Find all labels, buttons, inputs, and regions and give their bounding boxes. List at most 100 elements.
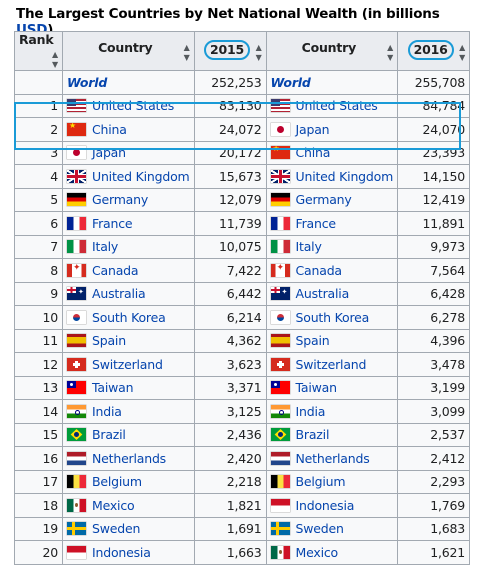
country-link[interactable]: Sweden [270, 521, 394, 537]
value-2016-cell: 23,393 [397, 140, 471, 165]
country-link[interactable]: Spain [67, 333, 190, 348]
country-link[interactable]: Switzerland [67, 357, 190, 372]
country-name: Canada [92, 262, 139, 278]
country-name: Brazil [92, 427, 126, 443]
value-2015-cell: 2,436 [193, 422, 267, 447]
country-link[interactable]: Mexico [270, 544, 394, 560]
country-name: United States [92, 98, 175, 114]
country-link[interactable]: South Korea [67, 310, 190, 325]
flag-es-icon [67, 334, 86, 348]
country-link[interactable]: Italy [67, 239, 190, 254]
country-link[interactable]: Mexico [67, 498, 190, 513]
value-2015-cell: 20,172 [193, 140, 267, 165]
table-row: 1 United States 83,130 United States 84,784 [14, 93, 471, 118]
year-2016-column-header[interactable]: 2016 ▲ ▼ [397, 31, 471, 71]
country-link[interactable]: United Kingdom [67, 169, 190, 184]
country-link[interactable]: Australia [67, 286, 190, 301]
rank-cell: 20 [14, 540, 63, 565]
country-link[interactable]: United States [270, 98, 394, 113]
country-2015-column-header[interactable]: Country ▲ ▼ [62, 31, 195, 71]
country-name: Switzerland [295, 356, 367, 372]
country-name: Belgium [295, 474, 346, 490]
country-name: Germany [295, 192, 352, 208]
flag-fr-icon [270, 216, 290, 230]
flag-jp-icon [270, 122, 290, 136]
value-2015-cell: 1,691 [193, 516, 267, 541]
country-link[interactable]: Canada [67, 263, 190, 278]
sort-icon[interactable]: ▲ ▼ [256, 43, 262, 63]
flag-us-icon [270, 99, 290, 113]
year-2015-column-header[interactable]: 2015 ▲ ▼ [193, 31, 267, 71]
table-row: 4 United Kingdom 15,673 United Kingdom 14,15… [14, 164, 471, 189]
country-link[interactable]: Brazil [270, 427, 394, 442]
country-link[interactable]: Taiwan [67, 380, 190, 395]
rank-cell: 18 [14, 493, 63, 518]
country-link[interactable]: Netherlands [270, 451, 394, 466]
country-link[interactable]: France [67, 216, 190, 231]
rank-cell: 5 [14, 187, 63, 212]
country-link[interactable]: United States [67, 98, 190, 113]
flag-ch-icon [67, 357, 86, 371]
country-link[interactable]: India [270, 404, 394, 419]
country-link[interactable]: Japan [270, 122, 394, 137]
country-link[interactable]: China [67, 122, 190, 137]
flag-se-icon [67, 522, 86, 536]
country-cell: Belgium [265, 469, 399, 494]
country-cell: Spain [265, 328, 399, 353]
country-name: Sweden [295, 521, 344, 537]
flag-fr-icon [67, 216, 86, 230]
country-name: United Kingdom [92, 168, 190, 184]
country-link[interactable]: South Korea [270, 310, 394, 325]
country-name: Mexico [92, 497, 135, 513]
value-2015-cell: 15,673 [193, 164, 267, 189]
country-link[interactable]: Belgium [270, 474, 394, 490]
value-2016-cell: 3,099 [397, 399, 471, 424]
sort-icon[interactable]: ▲ ▼ [459, 43, 465, 63]
world-link[interactable]: World [271, 75, 311, 90]
country-cell: Brazil [62, 422, 195, 447]
country-link[interactable]: Germany [67, 192, 190, 207]
flag-in-icon [67, 404, 86, 418]
country-link[interactable]: China [270, 145, 394, 160]
country-2016-column-header[interactable]: Country ▲ ▼ [265, 31, 399, 71]
country-link[interactable]: India [67, 404, 190, 419]
table-row: 17 Belgium 2,218 Belgium 2,293 [14, 469, 471, 494]
sort-icon[interactable]: ▲ ▼ [52, 50, 58, 70]
world-link[interactable]: World [67, 75, 107, 90]
country-link[interactable]: Spain [270, 333, 394, 349]
table-row: 3 Japan 20,172 China 23,393 [14, 140, 471, 165]
table-row: 10 South Korea 6,214 South Korea 6,278 [14, 305, 471, 330]
country-name: Mexico [295, 544, 339, 560]
value-2016-cell: 1,683 [397, 516, 471, 541]
value-2016-cell: 12,419 [397, 187, 471, 212]
country-link[interactable]: Indonesia [67, 545, 190, 560]
country-link[interactable]: United Kingdom [270, 169, 393, 184]
country-cell: United Kingdom [62, 164, 195, 189]
country-link[interactable]: Belgium [67, 474, 190, 489]
value-2015-cell: 3,371 [193, 375, 267, 400]
flag-uk-icon [67, 169, 86, 183]
country-link[interactable]: Indonesia [270, 498, 394, 513]
value-2015-cell: 10,075 [193, 234, 267, 259]
country-name: Spain [295, 333, 330, 349]
country-link[interactable]: Switzerland [270, 356, 394, 372]
country-link[interactable]: Taiwan [270, 380, 394, 395]
country-link[interactable]: Germany [270, 192, 394, 208]
rank-column-header[interactable]: Rank ▲ ▼ [14, 31, 63, 71]
country-link[interactable]: Sweden [67, 521, 190, 536]
country-name: Germany [92, 192, 149, 208]
country-cell: France [265, 211, 399, 236]
country-name: Italy [295, 239, 322, 255]
country-name: Taiwan [92, 380, 134, 396]
sort-icon[interactable]: ▲ ▼ [184, 43, 190, 63]
sort-icon[interactable]: ▲ ▼ [387, 43, 393, 63]
country-link[interactable]: Canada [270, 263, 394, 278]
country-link[interactable]: Brazil [67, 427, 190, 442]
country-cell: China [62, 117, 195, 142]
country-link[interactable]: Japan [67, 145, 190, 160]
rank-cell: 3 [14, 140, 63, 165]
country-link[interactable]: France [270, 216, 394, 231]
country-link[interactable]: Australia [270, 286, 394, 301]
country-link[interactable]: Italy [270, 239, 394, 255]
country-link[interactable]: Netherlands [67, 451, 190, 466]
